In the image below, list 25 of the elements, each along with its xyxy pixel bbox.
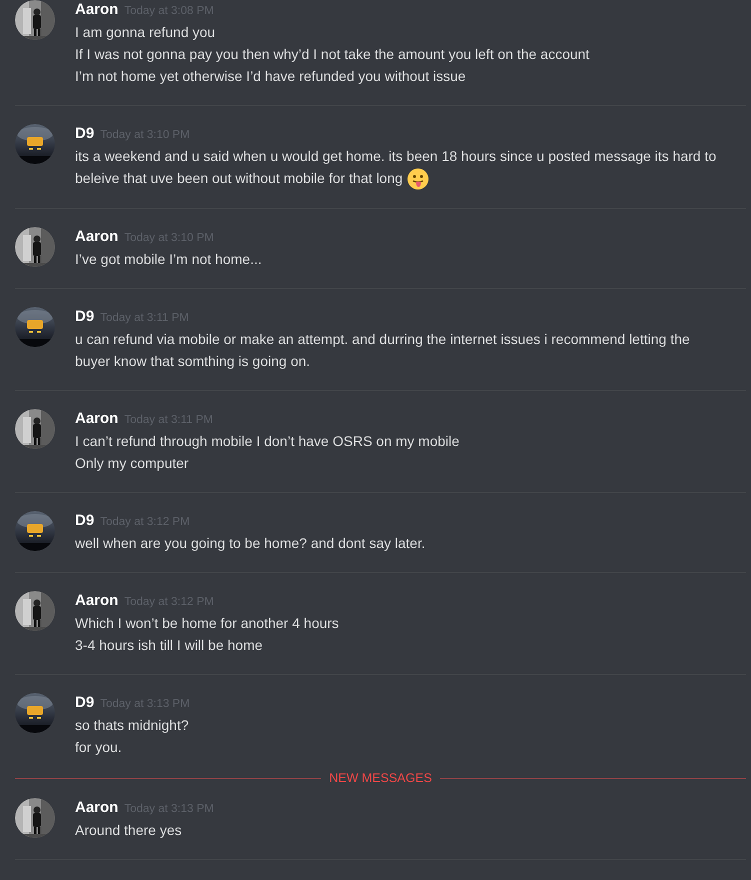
message-text: I can’t refund through mobile I don’t have OSRS on my mobile <box>75 432 460 452</box>
author-name[interactable]: D9 <box>75 511 94 532</box>
message-text: I’m not home yet otherwise I’d have refunded you without issue <box>75 67 467 86</box>
message-text: Around there yes <box>75 821 183 840</box>
message-text: u can refund via mobile or make an attempt. and durring the internet issues i recommend letting the buyer know that somthing is going on. <box>75 330 691 372</box>
message-text: I am gonna refund you <box>75 23 216 42</box>
message-text: Which I won’t be home for another 4 hours <box>75 614 340 634</box>
message-text: I’ve got mobile I’m not home... <box>75 250 263 270</box>
author-name[interactable]: Aaron <box>75 798 118 818</box>
author-name[interactable]: Aaron <box>75 591 118 612</box>
author-name[interactable]: D9 <box>75 693 94 714</box>
message-text: 3-4 hours ish till I will be home <box>75 636 264 656</box>
author-name[interactable]: Aaron <box>75 227 118 248</box>
message-text: its a weekend and u said when u would get home. its been 18 hours since u posted message its hard to beleive that uve been out without mobile for that long <box>75 145 721 190</box>
author-name[interactable]: Aaron <box>75 0 118 20</box>
author-name[interactable]: D9 <box>75 307 94 328</box>
author-name[interactable]: D9 <box>75 124 94 144</box>
author-name[interactable]: Aaron <box>75 409 118 430</box>
message-text: well when are you going to be home? and dont say later. <box>75 534 426 554</box>
tongue-out-emoji-icon <box>406 168 429 190</box>
message-text: Only my computer <box>75 454 190 474</box>
message-text: If I was not gonna pay you then why’d I not take the amount you left on the account <box>75 45 590 64</box>
message-text: for you. <box>75 738 123 758</box>
message-text: so thats midnight? <box>75 716 190 736</box>
new-messages-divider-label: NEW MESSAGES <box>329 770 432 786</box>
